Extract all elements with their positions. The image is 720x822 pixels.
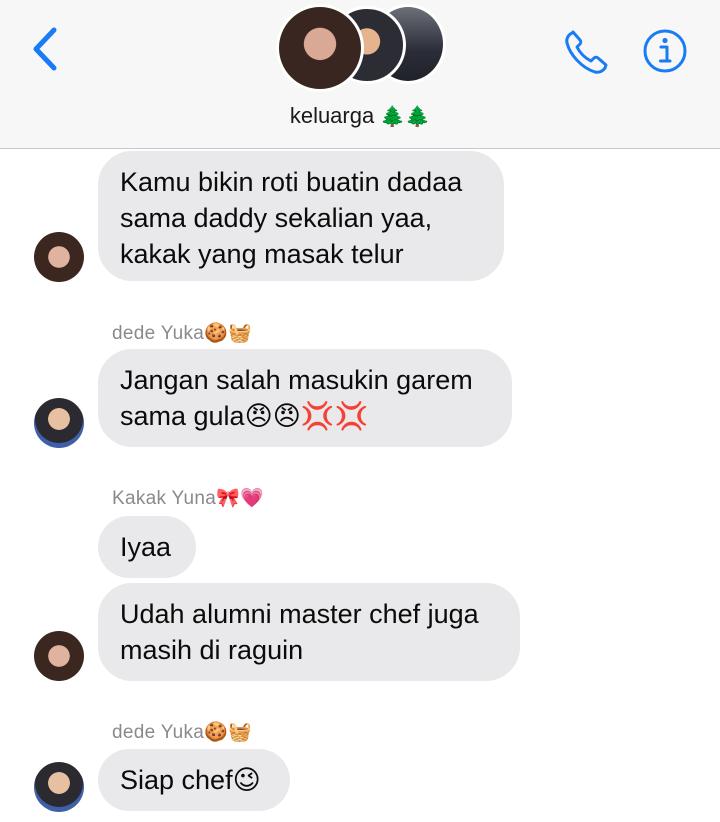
message-bubble[interactable]: Jangan salah masukin garem sama gula😠😠💢💢 — [98, 349, 512, 447]
group-name-label: keluarga — [289, 103, 375, 128]
group-avatars[interactable] — [270, 0, 450, 92]
message-bubble[interactable]: Iyaa — [98, 516, 196, 578]
message-bubble[interactable]: Udah alumni master chef juga masih di ra… — [98, 583, 520, 681]
member-avatar-1 — [276, 4, 364, 92]
avatar[interactable] — [34, 232, 84, 282]
group-name[interactable]: keluarga 🌲🌲 — [0, 103, 720, 129]
sender-name: dede Yuka🍪🧺 — [112, 323, 253, 344]
sender-name: Kakak Yuna🎀💗 — [112, 488, 264, 509]
back-button[interactable] — [26, 24, 66, 74]
call-button[interactable] — [562, 28, 612, 78]
phone-icon — [565, 30, 608, 74]
info-button[interactable] — [642, 28, 688, 74]
chevron-left-icon — [33, 27, 57, 71]
avatar[interactable] — [34, 631, 84, 681]
avatar[interactable] — [34, 762, 84, 812]
avatar[interactable] — [34, 398, 84, 448]
group-name-emoji: 🌲🌲 — [380, 104, 431, 128]
conversation-header: keluarga 🌲🌲 — [0, 0, 720, 149]
message-bubble[interactable]: Kamu bikin roti buatin dadaa sama daddy … — [98, 151, 504, 281]
message-bubble[interactable]: Siap chef😉 — [98, 749, 290, 811]
sender-name: dede Yuka🍪🧺 — [112, 722, 253, 743]
info-icon — [643, 29, 687, 73]
